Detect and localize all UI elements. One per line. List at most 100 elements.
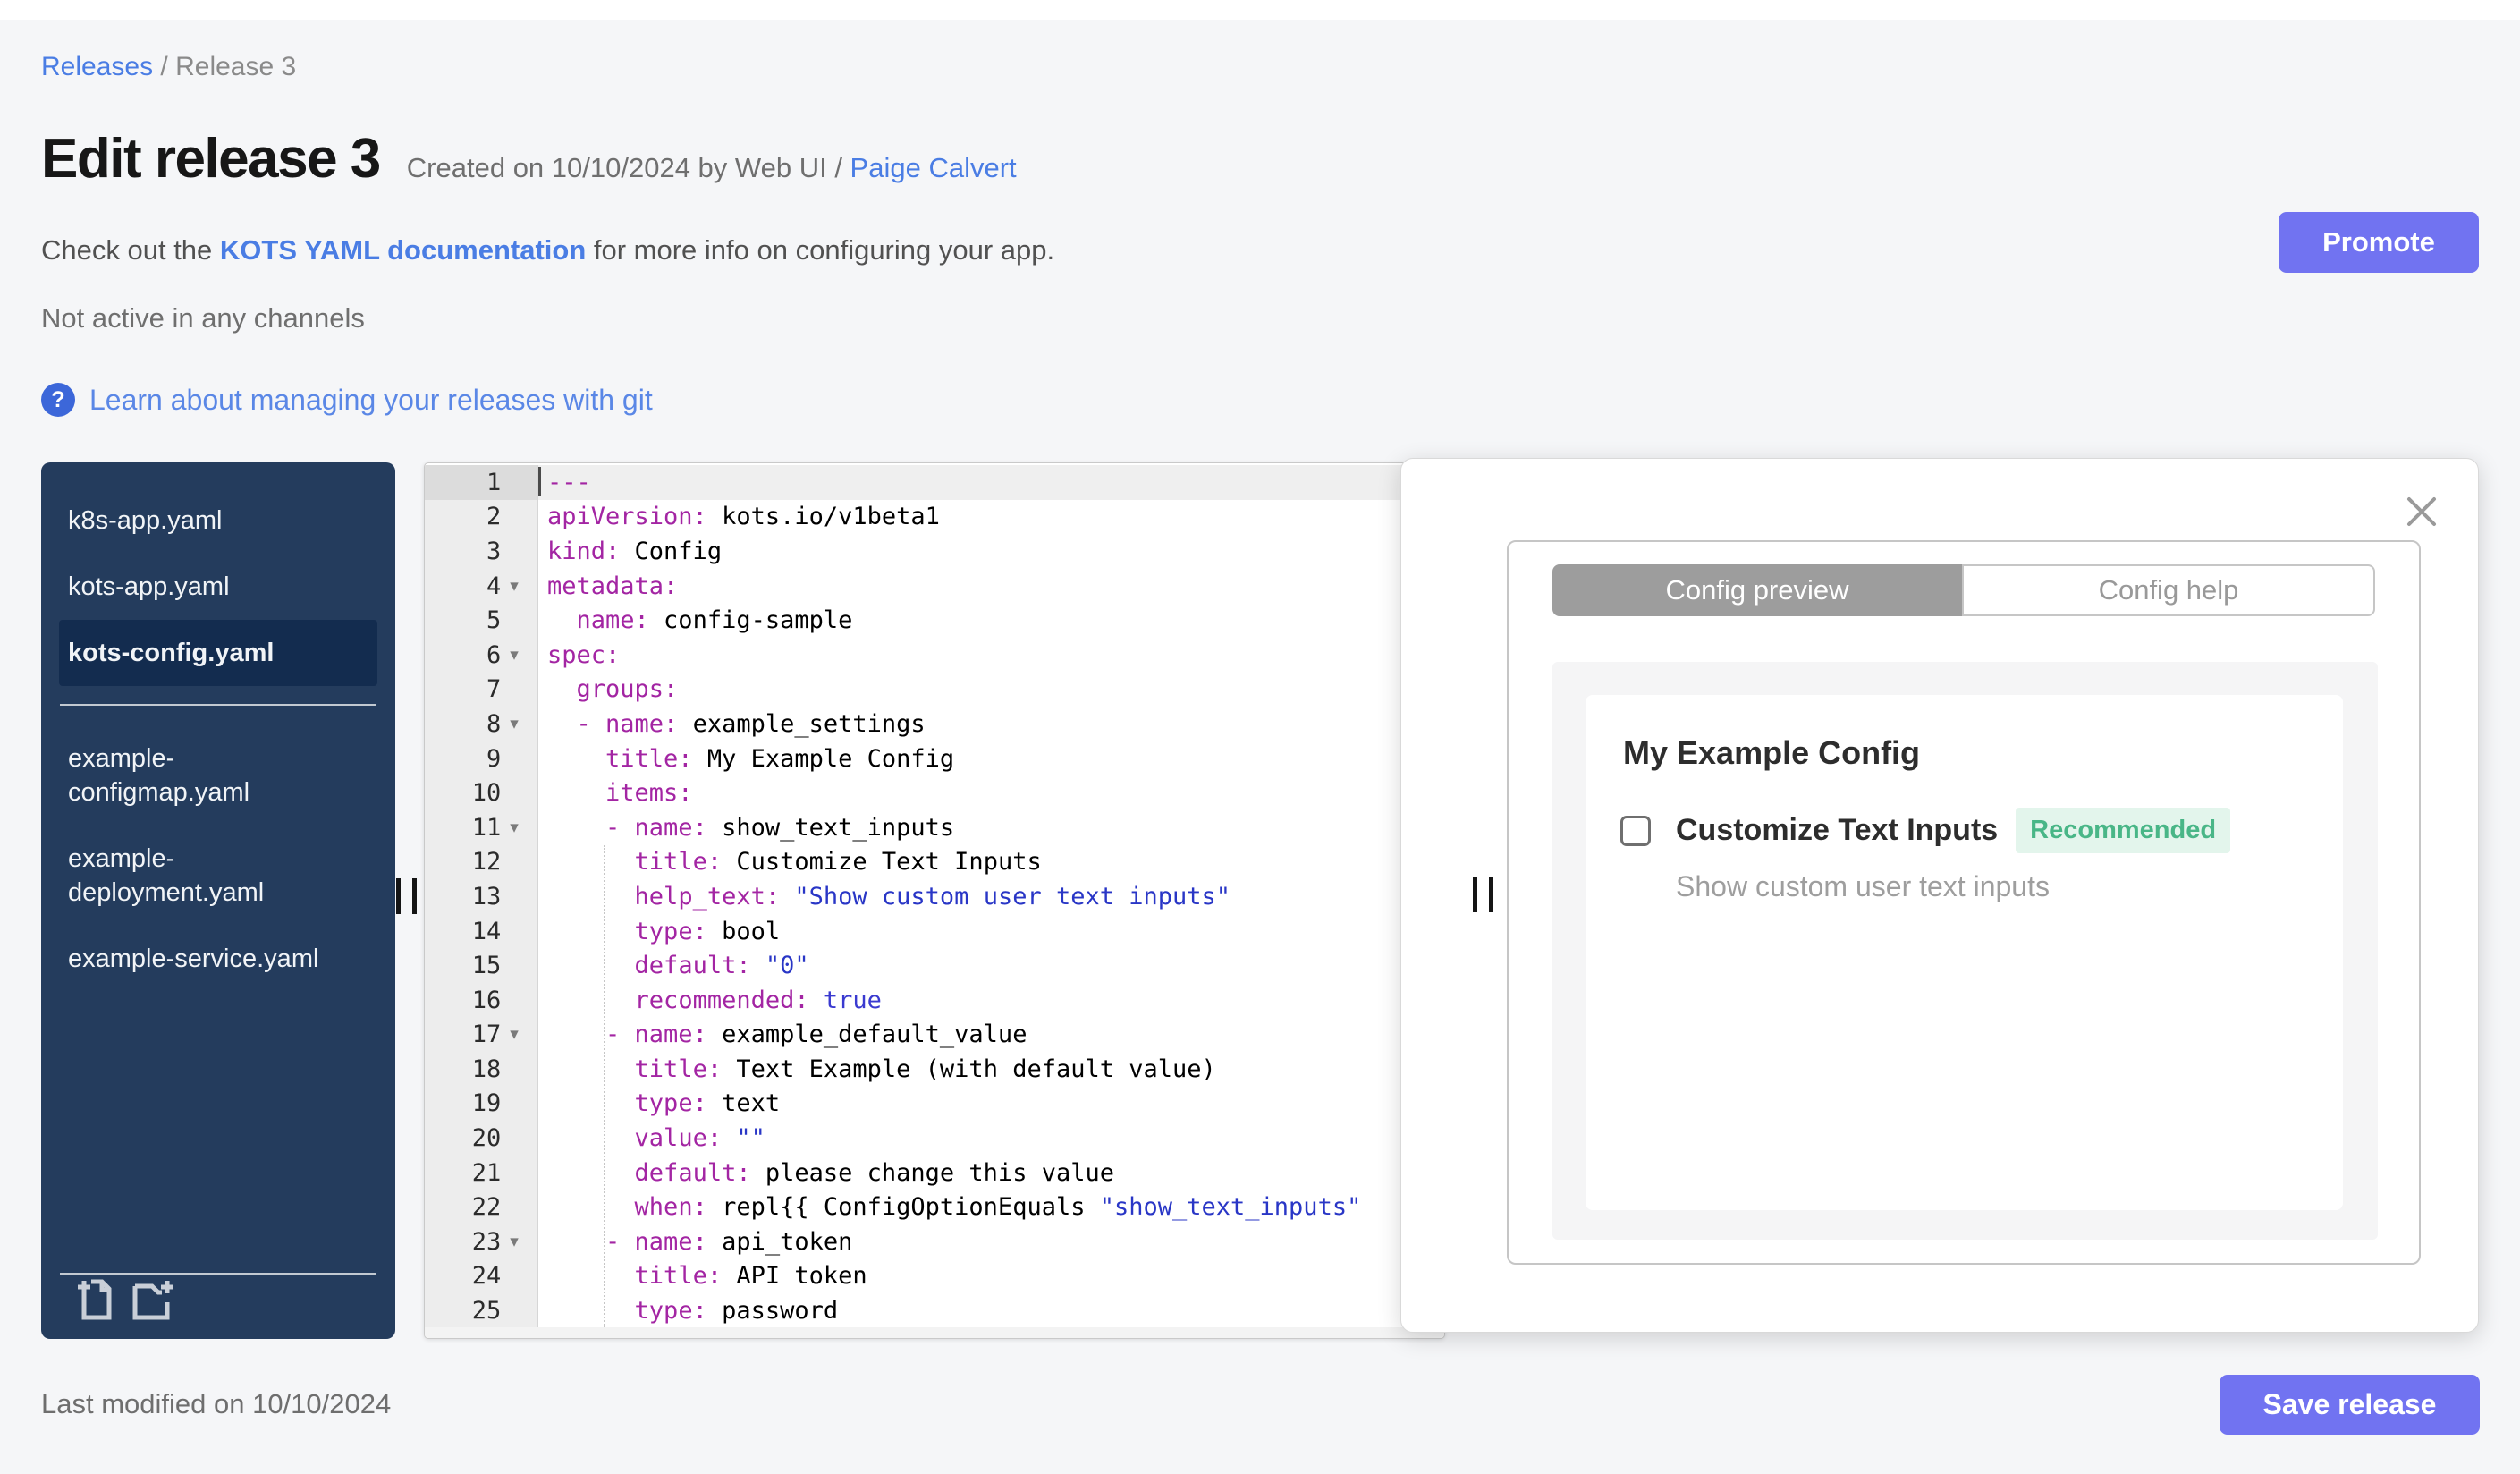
code-line: 8 ▾ - name: example_settings [425, 707, 1444, 741]
code-line: 7 groups: [425, 672, 1444, 707]
close-icon[interactable] [2405, 495, 2439, 529]
gutter-cell: 18 [425, 1052, 538, 1087]
gutter-cell: 3 [425, 534, 538, 569]
recommended-badge: Recommended [2016, 808, 2231, 853]
code-line: 24 title: API token [425, 1258, 1444, 1294]
code-text: items: [605, 779, 693, 808]
fold-arrow-icon[interactable]: ▾ [501, 716, 537, 733]
line-number: 9 [486, 744, 502, 773]
line-number: 7 [486, 675, 502, 704]
line-number: 5 [486, 606, 502, 635]
config-tabs: Config preview Config help [1552, 564, 2375, 616]
code-line: 6 ▾ spec: [425, 637, 1444, 673]
code-line: 17 ▾ - name: example_default_value [425, 1017, 1444, 1053]
save-release-button[interactable]: Save release [2220, 1375, 2480, 1435]
sidebar-bottom-divider [60, 1273, 376, 1275]
fold-arrow-icon[interactable]: ▾ [501, 1026, 537, 1043]
page-title: Edit release 3 [41, 128, 381, 190]
config-group-card: My Example Config Customize Text Inputs … [1586, 695, 2343, 1210]
file-item-k8s-app-yaml[interactable]: k8s-app.yaml [59, 487, 377, 554]
promote-button[interactable]: Promote [2279, 212, 2479, 273]
line-number: 3 [486, 537, 502, 565]
line-number: 6 [486, 640, 502, 669]
doc-text-prefix: Check out the [41, 234, 220, 266]
fold-arrow-icon[interactable]: ▾ [501, 578, 537, 595]
code-text: groups: [576, 675, 679, 704]
code-text: type: bool [634, 917, 781, 945]
file-group-divider [60, 704, 376, 706]
editor-preview-resize-handle[interactable] [1473, 877, 1498, 912]
fold-arrow-icon[interactable]: ▾ [501, 1233, 537, 1250]
code-line: 3 kind: Config [425, 534, 1444, 569]
gutter-cell: 10 [425, 775, 538, 810]
code-line: 20 value: "" [425, 1121, 1444, 1156]
line-number: 21 [471, 1158, 502, 1187]
yaml-editor[interactable]: 1 --- 2 apiVersion: kots.io/v1beta1 3 kind: C… [424, 462, 1445, 1339]
created-info: Created on 10/10/2024 by Web UI / Paige … [407, 152, 1017, 184]
code-text: default: please change this value [634, 1158, 1114, 1187]
customize-text-inputs-checkbox[interactable] [1620, 815, 1651, 846]
line-number: 8 [486, 709, 502, 738]
config-item-label: Customize Text Inputs [1676, 813, 1999, 847]
fold-arrow-icon[interactable]: ▾ [501, 819, 537, 836]
gutter-cell: 12 [425, 844, 538, 880]
file-item-kots-app-yaml[interactable]: kots-app.yaml [59, 554, 377, 620]
code-line: 23 ▾ - name: api_token [425, 1224, 1444, 1259]
text-cursor [538, 467, 541, 496]
question-mark-icon[interactable]: ? [41, 383, 75, 417]
code-line: 21 default: please change this value [425, 1155, 1444, 1190]
code-text: - name: api_token [605, 1227, 853, 1256]
gutter-cell: 7 [425, 672, 538, 707]
line-number: 4 [486, 572, 502, 600]
gutter-cell: 14 [425, 913, 538, 949]
code-text: title: My Example Config [605, 744, 955, 773]
code-text: title: Customize Text Inputs [634, 848, 1042, 877]
code-text: value: "" [634, 1124, 765, 1153]
doc-text-suffix: for more info on configuring your app. [586, 234, 1055, 266]
editor-horizontal-scrollbar[interactable] [425, 1327, 1444, 1338]
breadcrumb-releases-link[interactable]: Releases [41, 52, 153, 81]
sidebar-editor-resize-handle[interactable] [396, 878, 421, 914]
file-sidebar: k8s-app.yaml kots-app.yaml kots-config.yam… [41, 462, 395, 1339]
file-item-example-service-yaml[interactable]: example-service.yaml [59, 926, 377, 992]
gutter-cell: 9 [425, 741, 538, 776]
git-releases-link[interactable]: Learn about managing your releases with … [89, 384, 653, 417]
gutter-cell: 1 [425, 465, 538, 500]
created-author-link[interactable]: Paige Calvert [850, 152, 1017, 183]
code-line: 25 type: password [425, 1293, 1444, 1328]
gutter-cell: 22 [425, 1190, 538, 1225]
code-line: 12 title: Customize Text Inputs [425, 844, 1444, 880]
new-file-icon[interactable] [75, 1277, 116, 1326]
gutter-cell: 25 [425, 1293, 538, 1328]
line-number: 10 [471, 779, 502, 808]
code-line: 14 type: bool [425, 913, 1444, 949]
code-text: - name: example_default_value [605, 1021, 1027, 1049]
code-text: type: password [634, 1297, 839, 1326]
gutter-cell: 5 [425, 603, 538, 638]
file-item-example-deployment-yaml[interactable]: example-deployment.yaml [59, 826, 377, 926]
gutter-cell: 13 [425, 879, 538, 914]
new-folder-icon[interactable] [131, 1277, 177, 1326]
line-number: 20 [471, 1124, 502, 1153]
gutter-cell: 6 ▾ [425, 637, 538, 673]
git-help-row: ? Learn about managing your releases wit… [41, 383, 653, 417]
code-text: apiVersion: kots.io/v1beta1 [547, 503, 940, 531]
code-text: type: text [634, 1089, 781, 1118]
code-text: name: config-sample [576, 606, 853, 635]
tab-config-help[interactable]: Config help [1962, 564, 2375, 616]
fold-arrow-icon[interactable]: ▾ [501, 647, 537, 664]
tab-config-preview[interactable]: Config preview [1552, 564, 1962, 616]
line-number: 22 [471, 1193, 502, 1222]
config-tab-card: Config preview Config help My Example Co… [1507, 540, 2421, 1265]
sidebar-icons [75, 1277, 177, 1326]
file-item-kots-config-yaml[interactable]: kots-config.yaml [59, 620, 377, 686]
line-number: 24 [471, 1262, 502, 1291]
gutter-cell: 11 ▾ [425, 809, 538, 845]
code-line: 4 ▾ metadata: [425, 568, 1444, 604]
gutter-cell: 20 [425, 1121, 538, 1156]
code-text: kind: Config [547, 537, 723, 565]
file-item-example-configmap-yaml[interactable]: example-configmap.yaml [59, 725, 377, 826]
code-text: title: Text Example (with default value) [634, 1055, 1216, 1083]
kots-yaml-doc-link[interactable]: KOTS YAML documentation [220, 234, 586, 266]
code-text: help_text: "Show custom user text inputs… [634, 882, 1231, 911]
